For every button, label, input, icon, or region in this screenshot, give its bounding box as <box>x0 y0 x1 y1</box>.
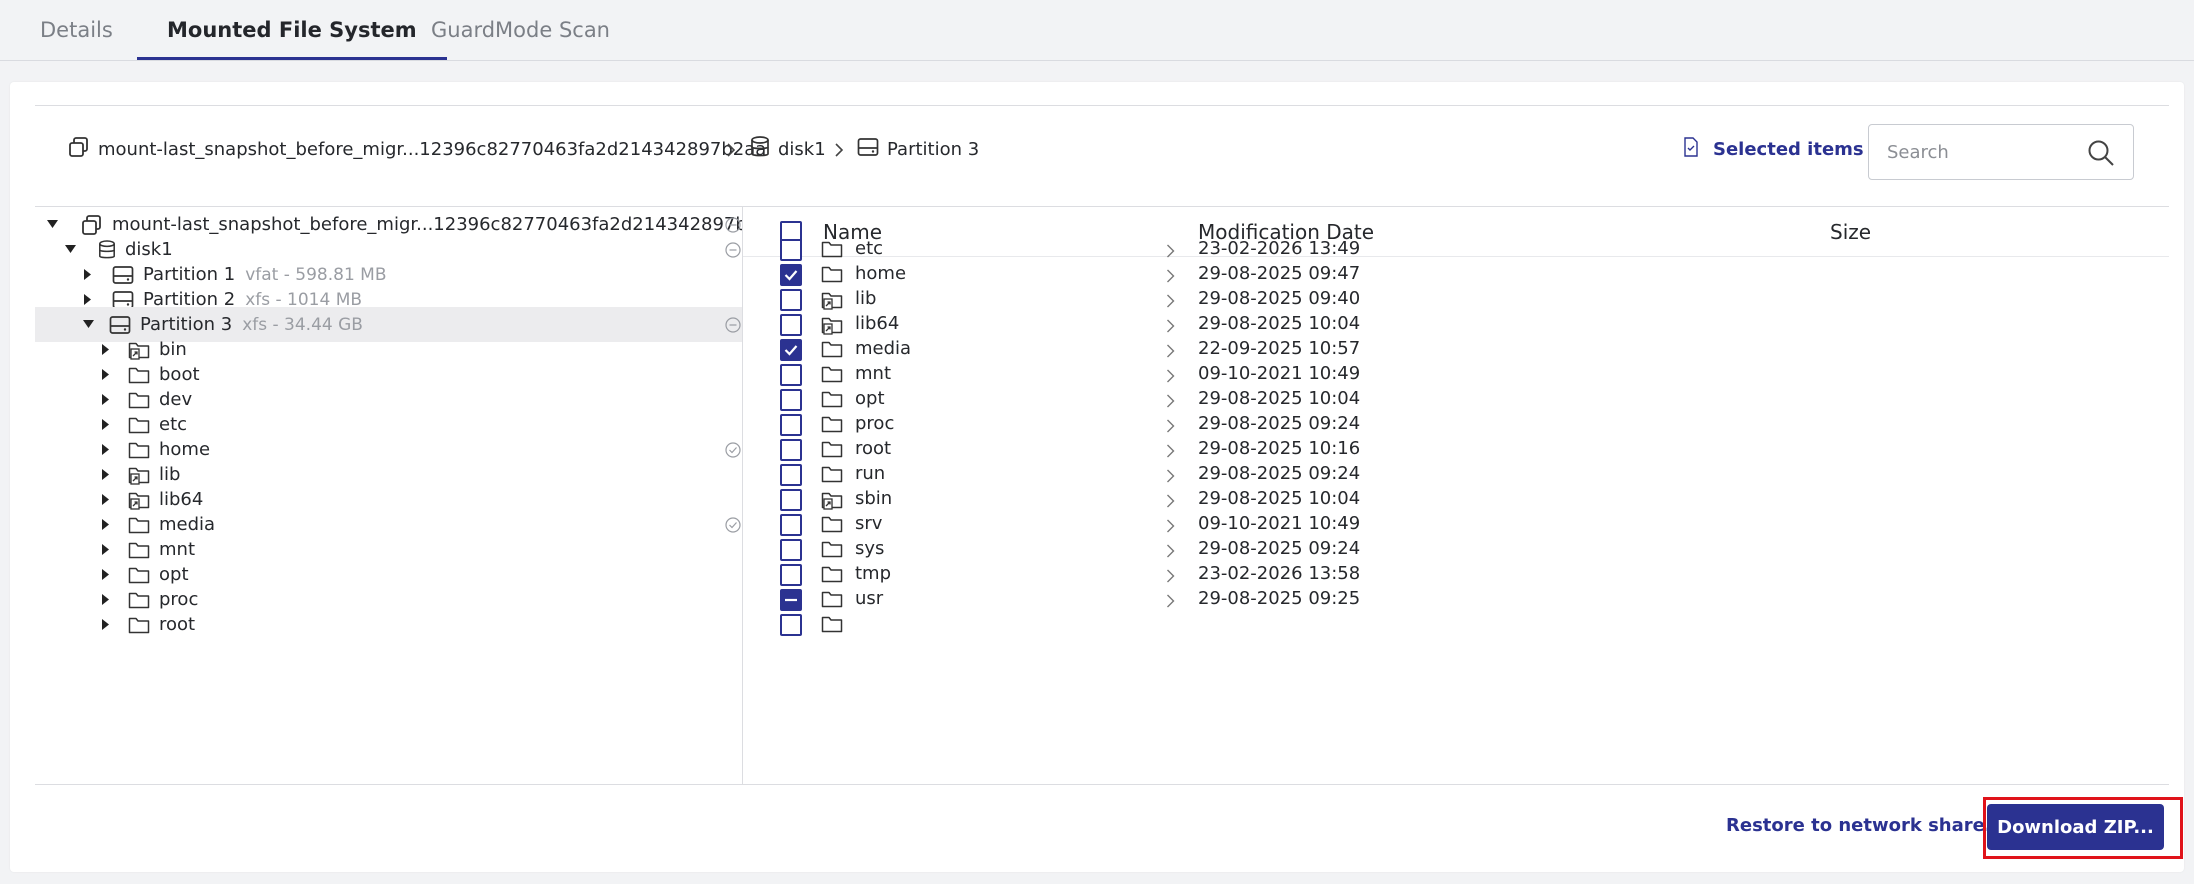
divider <box>35 105 2169 106</box>
breadcrumb-disk-label: disk1 <box>778 138 826 160</box>
modification-date: 23-02-2026 13:58 <box>1198 563 1361 584</box>
caret-down-icon[interactable] <box>82 319 94 331</box>
caret-right-icon[interactable] <box>100 569 112 581</box>
row-checkbox[interactable] <box>780 614 802 636</box>
modification-date: 29-08-2025 09:25 <box>1198 588 1361 609</box>
tab-details[interactable]: Details <box>40 0 113 60</box>
modification-date: 23-02-2026 13:49 <box>1198 238 1361 259</box>
chevron-right-icon <box>726 142 736 161</box>
selected-items-label: Selected items <box>1713 138 1864 160</box>
file-name[interactable]: root <box>855 438 891 459</box>
snapshot-icon <box>68 136 98 163</box>
caret-right-icon[interactable] <box>82 269 94 281</box>
tab-bar: Details Mounted File System GuardMode Sc… <box>0 0 2194 61</box>
breadcrumb-snapshot[interactable]: mount-last_snapshot_before_migr...12396c… <box>68 134 766 164</box>
modification-date: 22-09-2025 10:57 <box>1198 338 1361 359</box>
modification-date: 29-08-2025 10:16 <box>1198 438 1361 459</box>
document-check-icon <box>1683 136 1713 162</box>
search-input[interactable] <box>1869 125 2079 179</box>
breadcrumb-partition[interactable]: Partition 3 <box>857 134 979 164</box>
file-name[interactable]: srv <box>855 513 882 534</box>
tree-item-folder[interactable]: root <box>35 607 742 642</box>
caret-right-icon[interactable] <box>100 444 112 456</box>
breadcrumb-disk[interactable]: disk1 <box>750 134 826 164</box>
modification-date: 29-08-2025 09:47 <box>1198 263 1361 284</box>
caret-right-icon[interactable] <box>100 594 112 606</box>
folder-icon <box>128 566 150 584</box>
modification-date: 09-10-2021 10:49 <box>1198 513 1361 534</box>
folder-icon <box>128 366 150 384</box>
modification-date: 29-08-2025 10:04 <box>1198 488 1361 509</box>
modification-date: 29-08-2025 09:24 <box>1198 463 1361 484</box>
file-name[interactable]: run <box>855 463 885 484</box>
modification-date: 29-08-2025 09:24 <box>1198 538 1361 559</box>
caret-right-icon[interactable] <box>100 344 112 356</box>
folder-icon <box>128 616 150 634</box>
folder-icon <box>128 441 150 459</box>
download-zip-button[interactable]: Download ZIP... <box>1987 804 2164 850</box>
caret-right-icon[interactable] <box>100 519 112 531</box>
search-icon[interactable] <box>2087 139 2115 171</box>
modification-date: 29-08-2025 10:04 <box>1198 388 1361 409</box>
file-name[interactable]: usr <box>855 588 883 609</box>
folder-icon <box>821 615 843 638</box>
modification-date: 29-08-2025 09:40 <box>1198 288 1361 309</box>
file-name[interactable]: mnt <box>855 363 891 384</box>
file-name[interactable]: lib64 <box>855 313 899 334</box>
folder-icon <box>128 391 150 409</box>
caret-right-icon[interactable] <box>100 494 112 506</box>
folder-icon <box>128 416 150 434</box>
caret-right-icon[interactable] <box>100 619 112 631</box>
folder-tree: mount-last_snapshot_before_migr...12396c… <box>35 207 742 784</box>
caret-right-icon[interactable] <box>100 419 112 431</box>
caret-down-icon[interactable] <box>47 219 58 231</box>
file-name[interactable]: opt <box>855 388 885 409</box>
file-name[interactable]: lib <box>855 288 876 309</box>
caret-right-icon[interactable] <box>100 394 112 406</box>
file-name[interactable]: media <box>855 338 911 359</box>
folder-icon <box>128 591 150 609</box>
folder-icon <box>128 541 150 559</box>
file-name[interactable]: sbin <box>855 488 892 509</box>
tab-guardmode-scan[interactable]: GuardMode Scan <box>431 0 610 60</box>
folder-icon <box>128 516 150 534</box>
file-name[interactable]: etc <box>855 238 883 259</box>
caret-right-icon[interactable] <box>100 469 112 481</box>
chevron-right-icon <box>834 142 844 161</box>
file-name[interactable]: proc <box>855 413 894 434</box>
divider <box>35 784 2169 785</box>
selected-items-button[interactable]: Selected items <box>1683 134 1864 164</box>
caret-down-icon[interactable] <box>64 244 76 256</box>
partition-icon <box>857 137 887 162</box>
modification-date: 29-08-2025 09:24 <box>1198 413 1361 434</box>
file-list: Name Modification Date Size etc 23-02-202… <box>743 207 2169 784</box>
content-card: mount-last_snapshot_before_migr...12396c… <box>10 82 2184 872</box>
database-icon <box>750 135 778 163</box>
caret-right-icon[interactable] <box>100 544 112 556</box>
caret-right-icon[interactable] <box>100 369 112 381</box>
tab-mounted-file-system[interactable]: Mounted File System <box>137 0 447 60</box>
restore-to-network-share-link[interactable]: Restore to network share... <box>1726 815 2005 836</box>
file-name[interactable]: tmp <box>855 563 891 584</box>
modification-date: 29-08-2025 10:04 <box>1198 313 1361 334</box>
modification-date: 09-10-2021 10:49 <box>1198 363 1361 384</box>
caret-right-icon[interactable] <box>82 294 94 306</box>
list-item[interactable] <box>743 607 2169 642</box>
breadcrumb-partition-label: Partition 3 <box>887 138 980 160</box>
file-name[interactable]: sys <box>855 538 884 559</box>
file-name[interactable]: home <box>855 263 906 284</box>
search-box <box>1868 124 2134 180</box>
tree-item-label: root <box>159 614 196 635</box>
breadcrumb-snapshot-label: mount-last_snapshot_before_migr...12396c… <box>98 138 767 160</box>
